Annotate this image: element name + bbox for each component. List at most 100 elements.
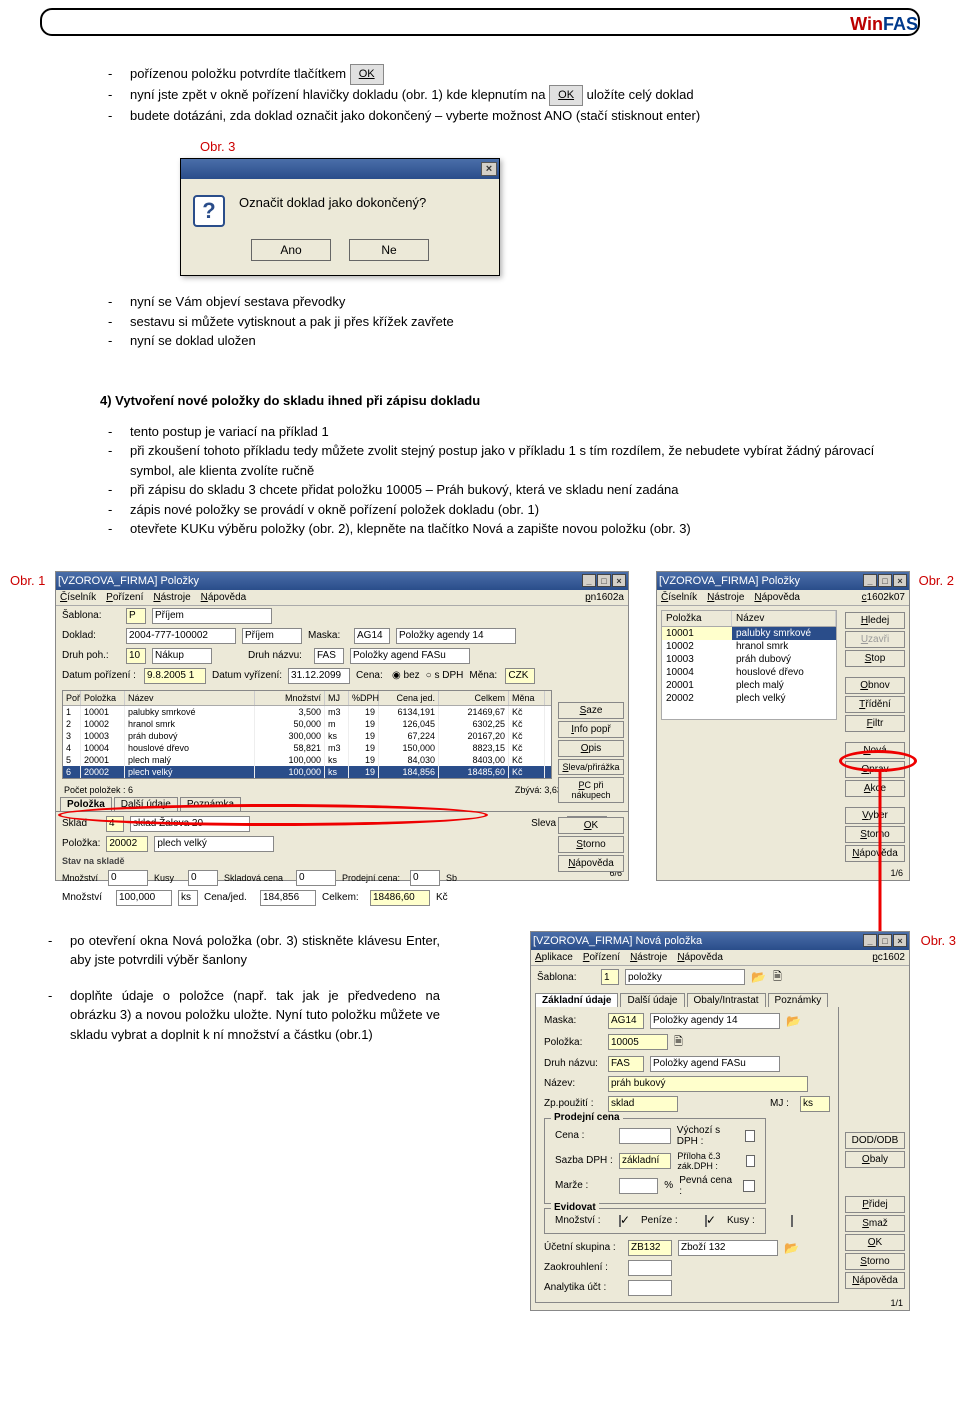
tab-polozka[interactable]: Položka — [60, 797, 112, 811]
anal-input[interactable] — [628, 1280, 672, 1296]
date-input[interactable]: 9.8.2005 1 — [144, 668, 206, 684]
table-row[interactable]: 520001plech malý100,000ks1984,0308403,00… — [63, 754, 551, 766]
btn-hledej[interactable]: Hledej — [845, 612, 905, 629]
btn-obnov[interactable]: Obnov — [845, 677, 905, 694]
cena-input[interactable] — [619, 1128, 671, 1144]
sklad-input[interactable]: 4 — [106, 816, 124, 832]
maska-input[interactable]: AG14 — [608, 1013, 644, 1029]
close-icon[interactable]: × — [481, 162, 497, 176]
menu-item[interactable]: Nápověda — [754, 592, 800, 603]
ok-button-inline[interactable]: OK — [549, 85, 583, 106]
btn-dododb[interactable]: DOD/ODB — [845, 1132, 905, 1149]
close-icon[interactable]: × — [893, 934, 907, 947]
zaokr-input[interactable] — [628, 1260, 672, 1276]
table-row[interactable]: 20002plech velký — [662, 692, 836, 705]
tab-dalsi[interactable]: Další údaje — [114, 797, 178, 811]
menu-item[interactable]: Nástroje — [630, 952, 667, 963]
minimize-icon[interactable]: _ — [863, 934, 877, 947]
doc-icon[interactable] — [674, 1033, 683, 1052]
doklad-input[interactable]: 2004-777-100002 — [126, 628, 236, 644]
table-row[interactable]: 10003práh dubový — [662, 653, 836, 666]
storno-button[interactable]: Storno — [845, 1253, 905, 1270]
mnozstvi-checkbox[interactable] — [619, 1215, 621, 1227]
menu-item[interactable]: Nástroje — [153, 592, 190, 603]
menu-item[interactable]: Číselník — [60, 592, 96, 603]
druhnazvu-input[interactable]: FAS — [608, 1056, 644, 1072]
folder-icon[interactable] — [751, 970, 767, 984]
btn-opis[interactable]: Opis — [558, 740, 624, 757]
radio-sdph[interactable]: ○ s DPH — [426, 670, 464, 681]
folder-icon[interactable] — [784, 1241, 800, 1255]
btn-nova[interactable]: Nová — [845, 742, 905, 759]
mj-input[interactable]: ks — [800, 1096, 830, 1112]
yes-button[interactable]: Ano — [251, 239, 331, 261]
ok-button-inline[interactable]: OK — [350, 64, 384, 85]
ok-button[interactable]: OK — [845, 1234, 905, 1251]
date-input[interactable]: 31.12.2099 — [288, 668, 350, 684]
table-row[interactable]: 20001plech malý — [662, 679, 836, 692]
menu-item[interactable]: Nápověda — [677, 952, 723, 963]
btn-infopopr[interactable]: Info popř — [558, 721, 624, 738]
menu-item[interactable]: Nápověda — [201, 592, 247, 603]
btn-vyber[interactable]: Vyber — [845, 807, 905, 824]
maximize-icon[interactable]: □ — [878, 934, 892, 947]
table-row[interactable]: 620002plech velký100,000ks19184,85618485… — [63, 766, 551, 778]
napoveda-button[interactable]: Nápověda — [558, 855, 624, 872]
tab-poznamka[interactable]: Poznámka — [180, 797, 241, 811]
kusy-checkbox[interactable] — [791, 1215, 793, 1227]
tab-obaly[interactable]: Obaly/Intrastat — [687, 993, 766, 1007]
btn-oprav[interactable]: Oprav — [845, 761, 905, 778]
cenajed-input[interactable]: 184,856 — [260, 890, 316, 906]
btn-trideni[interactable]: Třídění — [845, 696, 905, 713]
btn-pcnakup[interactable]: PC při nákupech — [558, 777, 624, 803]
doc-icon[interactable] — [773, 968, 782, 987]
sablona-input[interactable]: P — [126, 608, 146, 624]
storno-button[interactable]: Storno — [558, 836, 624, 853]
polozka-input[interactable]: 20002 — [106, 836, 148, 852]
btn-filtr[interactable]: Filtr — [845, 715, 905, 732]
ucetni-input[interactable]: ZB132 — [628, 1240, 672, 1256]
table-row[interactable]: 310003práh dubový300,000ks1967,22420167,… — [63, 730, 551, 742]
menu-item[interactable]: Pořízení — [583, 952, 620, 963]
menu-item[interactable]: Nástroje — [707, 592, 744, 603]
radio-bez[interactable]: ◉ bez — [392, 670, 420, 681]
tab-dalsi[interactable]: Další údaje — [620, 993, 684, 1007]
folder-icon[interactable] — [786, 1014, 802, 1028]
btn-storno[interactable]: Storno — [845, 826, 905, 843]
btn-pridej[interactable]: Přidej — [845, 1196, 905, 1213]
celkem-input[interactable]: 18486,60 — [370, 890, 430, 906]
pevna-checkbox[interactable] — [743, 1180, 755, 1192]
ok-button[interactable]: OK — [558, 817, 624, 834]
btn-uzavri[interactable]: Uzavři — [845, 631, 905, 648]
priloha-checkbox[interactable] — [746, 1155, 755, 1167]
btn-sleva[interactable]: Sleva/přirážka — [558, 759, 624, 775]
menu-item[interactable]: Aplikace — [535, 952, 573, 963]
minimize-icon[interactable]: _ — [582, 574, 596, 587]
druh-input[interactable]: 10 — [126, 648, 146, 664]
mena-input[interactable]: CZK — [505, 668, 535, 684]
maximize-icon[interactable]: □ — [878, 574, 892, 587]
table-row[interactable]: 10002hranol smrk — [662, 640, 836, 653]
input[interactable]: FAS — [314, 648, 344, 664]
btn-obaly[interactable]: Obaly — [845, 1151, 905, 1168]
table-row[interactable]: 110001palubky smrkové3,500m3196134,19121… — [63, 706, 551, 718]
marze-input[interactable] — [619, 1178, 658, 1194]
maximize-icon[interactable]: □ — [597, 574, 611, 587]
menu-item[interactable]: Pořízení — [106, 592, 143, 603]
minimize-icon[interactable]: _ — [863, 574, 877, 587]
table-row[interactable]: 10001palubky smrkové — [662, 627, 836, 640]
no-button[interactable]: Ne — [349, 239, 429, 261]
zp-select[interactable]: sklad — [608, 1096, 678, 1112]
btn-akce[interactable]: Akce — [845, 780, 905, 797]
table-row[interactable]: 410004houslové dřevo58,821m319150,000882… — [63, 742, 551, 754]
menu-item[interactable]: Číselník — [661, 592, 697, 603]
table-row[interactable]: 10004houslové dřevo — [662, 666, 836, 679]
penize-checkbox[interactable] — [705, 1215, 707, 1227]
close-icon[interactable]: × — [612, 574, 626, 587]
tab-zakladni[interactable]: Základní údaje — [535, 993, 618, 1007]
btn-stop[interactable]: Stop — [845, 650, 905, 667]
maska-input[interactable]: AG14 — [354, 628, 390, 644]
sablona-input[interactable]: 1 — [601, 969, 619, 985]
close-icon[interactable]: × — [893, 574, 907, 587]
tab-poznamky[interactable]: Poznámky — [768, 993, 829, 1007]
